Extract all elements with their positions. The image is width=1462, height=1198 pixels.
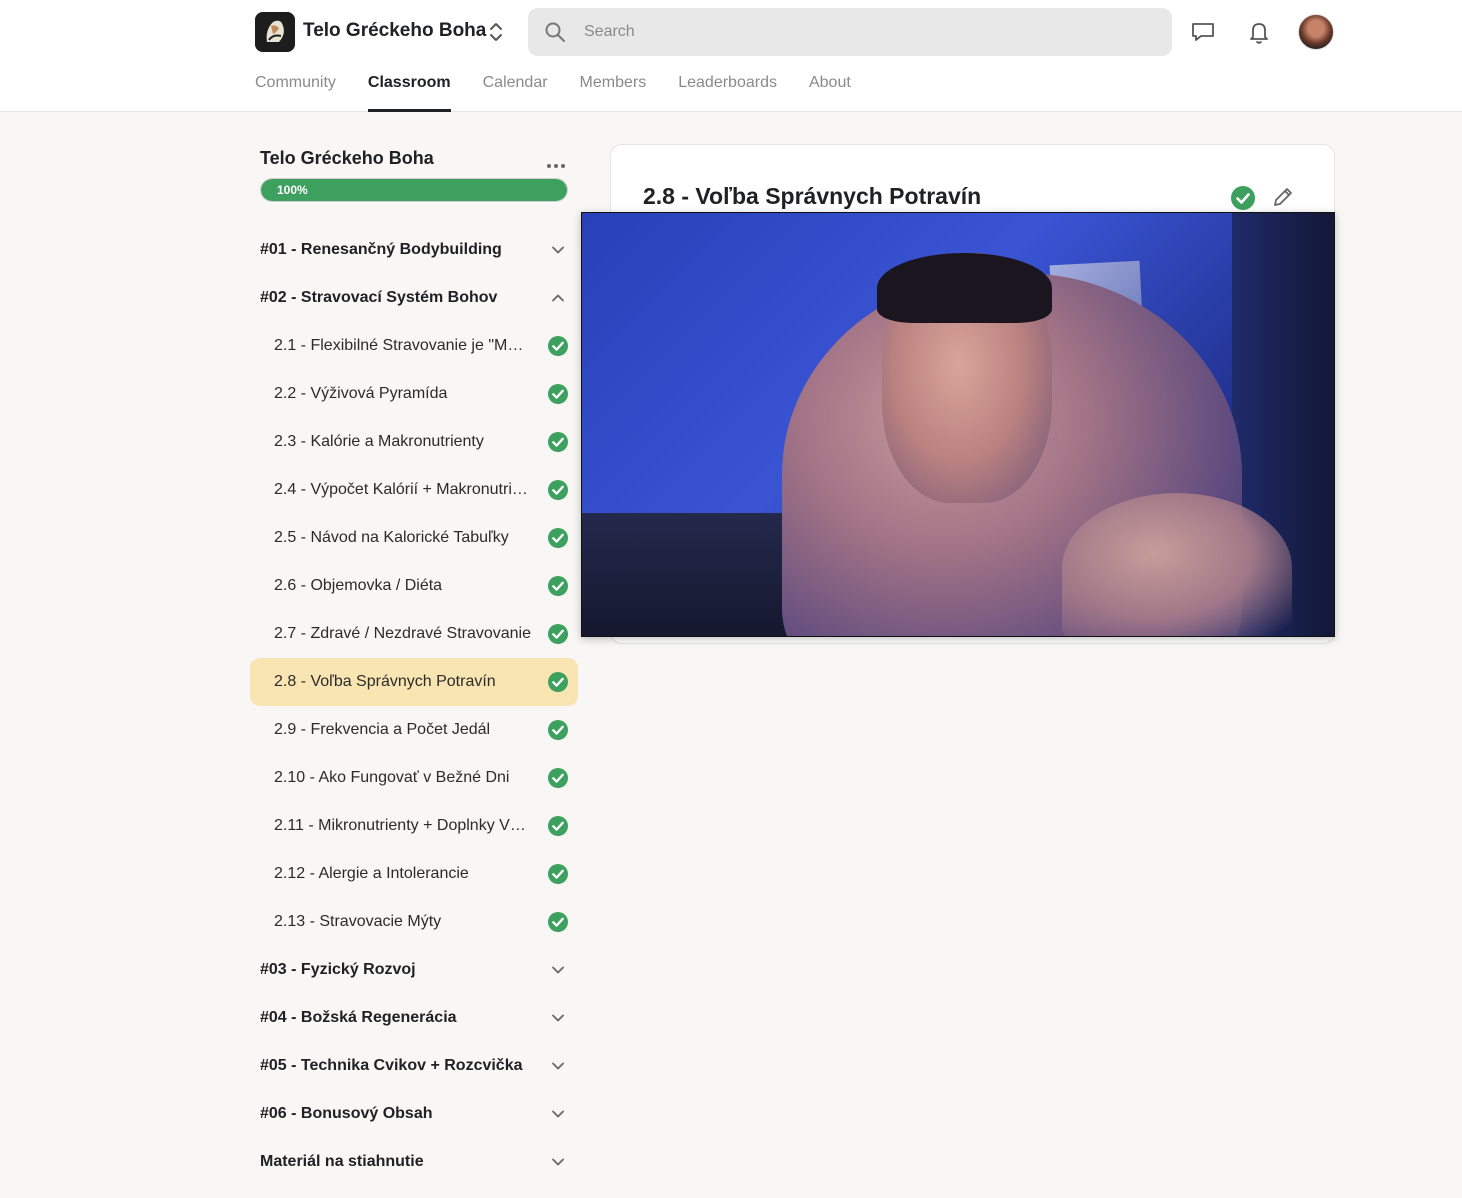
- module-list: #01 - Renesančný Bodybuilding #02 - Strav…: [250, 226, 578, 1186]
- lesson-label: 2.11 - Mikronutrienty + Doplnky Výživy: [274, 817, 532, 834]
- check-circle-icon: [547, 383, 569, 405]
- more-icon[interactable]: [546, 156, 566, 168]
- lesson-item[interactable]: 2.5 - Návod na Kalorické Tabuľky: [250, 514, 578, 562]
- lesson-title: 2.8 - Voľba Správnych Potravín: [643, 183, 982, 209]
- lesson-item[interactable]: 2.3 - Kalórie a Makronutrienty: [250, 418, 578, 466]
- lesson-label: 2.3 - Kalórie a Makronutrienty: [274, 433, 484, 450]
- check-circle-icon: [547, 431, 569, 453]
- tab-calendar[interactable]: Calendar: [483, 66, 548, 112]
- module-label: #03 - Fyzický Rozvoj: [260, 961, 416, 978]
- tab-members[interactable]: Members: [580, 66, 647, 112]
- chevron-up-icon[interactable]: [550, 291, 566, 305]
- chevron-down-icon[interactable]: [550, 963, 566, 977]
- lesson-item[interactable]: 2.4 - Výpočet Kalórií + Makronutrientov: [250, 466, 578, 514]
- lesson-item[interactable]: 2.2 - Výživová Pyramída: [250, 370, 578, 418]
- bell-icon[interactable]: [1245, 18, 1273, 46]
- tab-about[interactable]: About: [809, 66, 851, 112]
- module-label: #05 - Technika Cvikov + Rozcvička: [260, 1057, 523, 1074]
- check-circle-icon: [547, 623, 569, 645]
- check-circle-icon: [547, 671, 569, 693]
- lesson-item[interactable]: 2.7 - Zdravé / Nezdravé Stravovanie: [250, 610, 578, 658]
- check-circle-icon: [547, 527, 569, 549]
- chevron-down-icon[interactable]: [550, 243, 566, 257]
- lesson-label: 2.4 - Výpočet Kalórií + Makronutrientov: [274, 481, 532, 498]
- module-item[interactable]: #06 - Bonusový Obsah: [250, 1090, 578, 1138]
- check-circle-icon: [547, 863, 569, 885]
- chat-icon[interactable]: [1189, 18, 1217, 46]
- community-name[interactable]: Telo Gréckeho Boha: [303, 20, 486, 42]
- check-circle-icon[interactable]: [1230, 185, 1256, 211]
- lesson-label: 2.12 - Alergie a Intolerancie: [274, 865, 469, 882]
- user-avatar[interactable]: [1298, 14, 1334, 50]
- lesson-label: 2.7 - Zdravé / Nezdravé Stravovanie: [274, 625, 532, 642]
- lesson-item[interactable]: 2.8 - Voľba Správnych Potravín: [250, 658, 578, 706]
- lesson-item[interactable]: 2.6 - Objemovka / Diéta: [250, 562, 578, 610]
- lesson-label: 2.8 - Voľba Správnych Potravín: [274, 673, 496, 690]
- module-label: #06 - Bonusový Obsah: [260, 1105, 433, 1122]
- module-item[interactable]: Materiál na stiahnutie: [250, 1138, 578, 1186]
- top-header: Telo Gréckeho Boha Community Classroom C…: [0, 0, 1462, 112]
- lesson-item[interactable]: 2.11 - Mikronutrienty + Doplnky Výživy: [250, 802, 578, 850]
- module-item[interactable]: #05 - Technika Cvikov + Rozcvička: [250, 1042, 578, 1090]
- lesson-label: 2.2 - Výživová Pyramída: [274, 385, 448, 402]
- chevron-down-icon[interactable]: [550, 1107, 566, 1121]
- module-item[interactable]: #03 - Fyzický Rozvoj: [250, 946, 578, 994]
- tab-community[interactable]: Community: [255, 66, 336, 112]
- check-circle-icon: [547, 911, 569, 933]
- lesson-item[interactable]: 2.10 - Ako Fungovať v Bežné Dni: [250, 754, 578, 802]
- edit-icon[interactable]: [1271, 185, 1295, 209]
- check-circle-icon: [547, 575, 569, 597]
- module-item[interactable]: #01 - Renesančný Bodybuilding: [250, 226, 578, 274]
- lesson-label: 2.6 - Objemovka / Diéta: [274, 577, 443, 594]
- module-item[interactable]: #04 - Božská Regenerácia: [250, 994, 578, 1042]
- chevron-down-icon[interactable]: [550, 1155, 566, 1169]
- course-title: Telo Gréckeho Boha: [260, 148, 434, 168]
- module-label: #02 - Stravovací Systém Bohov: [260, 289, 498, 306]
- lesson-item[interactable]: 2.12 - Alergie a Intolerancie: [250, 850, 578, 898]
- video-frame-hand: [1062, 493, 1292, 636]
- lesson-item[interactable]: 2.9 - Frekvencia a Počet Jedál: [250, 706, 578, 754]
- video-player[interactable]: [581, 212, 1335, 637]
- lesson-label: 2.10 - Ako Fungovať v Bežné Dni: [274, 769, 510, 786]
- lesson-label: 2.9 - Frekvencia a Počet Jedál: [274, 721, 491, 738]
- lesson-item[interactable]: 2.1 - Flexibilné Stravovanie je "Meta": [250, 322, 578, 370]
- check-circle-icon: [547, 767, 569, 789]
- tab-classroom[interactable]: Classroom: [367, 66, 451, 112]
- chevron-down-icon[interactable]: [550, 1011, 566, 1025]
- tab-leaderboards[interactable]: Leaderboards: [678, 66, 777, 112]
- search-icon: [544, 21, 566, 43]
- course-progress-bar: 100%: [260, 178, 568, 202]
- switcher-icon[interactable]: [484, 18, 508, 46]
- search-bar[interactable]: [528, 8, 1172, 56]
- progress-label: 100%: [277, 183, 308, 197]
- lesson-label: 2.1 - Flexibilné Stravovanie je "Meta": [274, 337, 532, 354]
- module-label: #04 - Božská Regenerácia: [260, 1009, 457, 1026]
- main-nav: Community Classroom Calendar Members Lea…: [255, 66, 883, 112]
- search-input[interactable]: [584, 8, 1144, 56]
- video-frame-hair: [877, 253, 1052, 323]
- check-circle-icon: [547, 815, 569, 837]
- check-circle-icon: [547, 335, 569, 357]
- lesson-item[interactable]: 2.13 - Stravovacie Mýty: [250, 898, 578, 946]
- module-item[interactable]: #02 - Stravovací Systém Bohov: [250, 274, 578, 322]
- module-label: Materiál na stiahnutie: [260, 1153, 424, 1170]
- module-label: #01 - Renesančný Bodybuilding: [260, 241, 502, 258]
- check-circle-icon: [547, 479, 569, 501]
- lesson-label: 2.13 - Stravovacie Mýty: [274, 913, 442, 930]
- community-logo[interactable]: [255, 12, 295, 52]
- check-circle-icon: [547, 719, 569, 741]
- lesson-label: 2.5 - Návod na Kalorické Tabuľky: [274, 529, 509, 546]
- chevron-down-icon[interactable]: [550, 1059, 566, 1073]
